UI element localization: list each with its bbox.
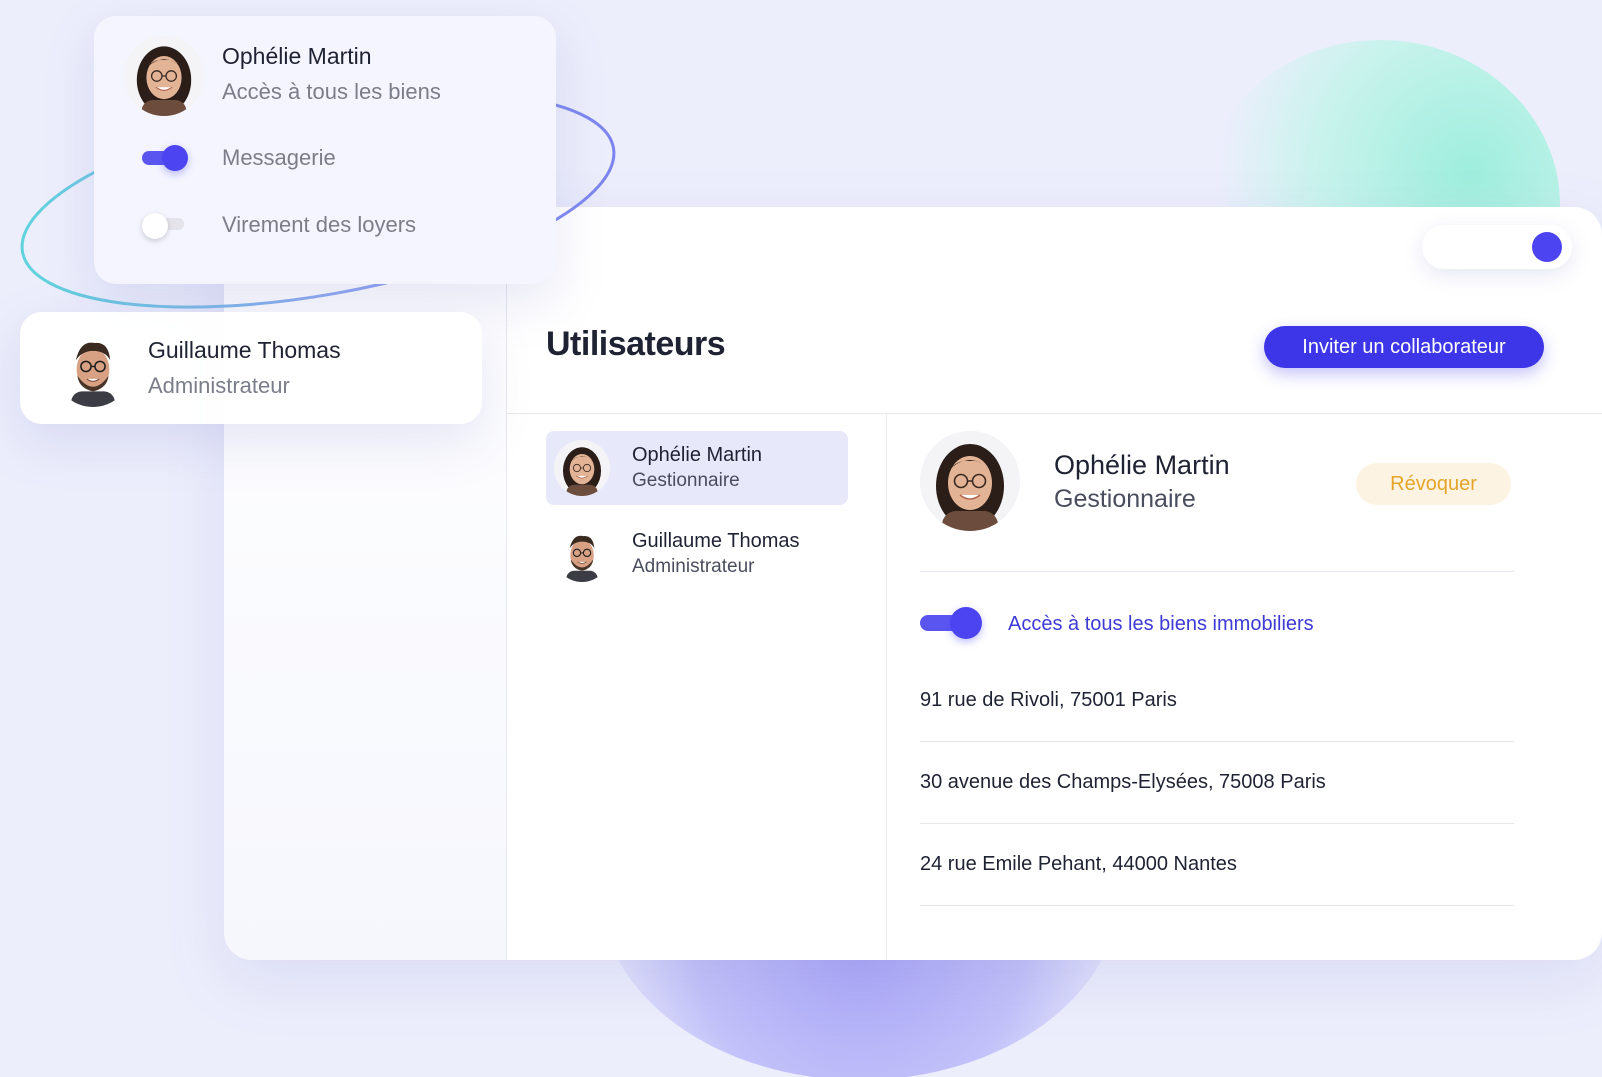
stage: Utilisateurs Inviter un collaborateur Op… xyxy=(0,0,1602,1077)
top-toggle[interactable] xyxy=(1422,225,1572,269)
user-name: Guillaume Thomas xyxy=(632,530,800,552)
toggle-knob xyxy=(162,145,188,171)
divider xyxy=(920,571,1514,572)
user-role: Administrateur xyxy=(632,556,755,577)
divider xyxy=(886,414,887,960)
user-list-item[interactable]: Guillaume Thomas Administrateur xyxy=(546,517,848,591)
card-user-subtitle: Accès à tous les biens xyxy=(222,79,441,104)
user-role: Gestionnaire xyxy=(632,470,740,491)
avatar-woman-icon xyxy=(920,431,1020,531)
user-list-item[interactable]: Ophélie Martin Gestionnaire xyxy=(546,431,848,505)
messaging-toggle[interactable] xyxy=(142,144,188,172)
detail-user-role: Gestionnaire xyxy=(1054,485,1196,513)
divider xyxy=(506,413,1602,414)
property-address: 91 rue de Rivoli, 75001 Paris xyxy=(920,689,1177,711)
avatar-man-icon xyxy=(54,329,132,407)
revoke-button[interactable]: Révoquer xyxy=(1356,463,1511,505)
messaging-label: Messagerie xyxy=(222,145,336,170)
avatar-woman-icon xyxy=(124,36,204,116)
detail-user-name: Ophélie Martin xyxy=(1054,450,1230,480)
access-all-properties-toggle[interactable] xyxy=(920,607,982,639)
divider xyxy=(920,741,1514,742)
avatar-woman-icon xyxy=(554,440,610,496)
toggle-knob xyxy=(950,607,982,639)
rent-transfer-label: Virement des loyers xyxy=(222,212,417,237)
card-user-name: Ophélie Martin xyxy=(222,43,372,69)
divider xyxy=(920,905,1514,906)
toggle-knob xyxy=(142,213,168,239)
property-address: 24 rue Emile Pehant, 44000 Nantes xyxy=(920,853,1237,875)
divider xyxy=(506,283,507,960)
page-title: Utilisateurs xyxy=(546,325,726,363)
divider xyxy=(920,823,1514,824)
floating-user-permissions-card: Ophélie Martin Accès à tous les biens Me… xyxy=(94,16,556,284)
property-address: 30 avenue des Champs-Elysées, 75008 Pari… xyxy=(920,771,1326,793)
invite-collaborator-button[interactable]: Inviter un collaborateur xyxy=(1264,326,1544,368)
card-user-subtitle: Administrateur xyxy=(148,373,290,398)
user-name: Ophélie Martin xyxy=(632,444,763,466)
toggle-knob xyxy=(1532,232,1562,262)
avatar-man-icon xyxy=(554,526,610,582)
rent-transfer-toggle[interactable] xyxy=(142,210,188,239)
access-all-properties-label: Accès à tous les biens immobiliers xyxy=(1008,613,1314,635)
floating-user-card: Guillaume Thomas Administrateur xyxy=(20,312,482,424)
card-user-name: Guillaume Thomas xyxy=(148,337,341,363)
